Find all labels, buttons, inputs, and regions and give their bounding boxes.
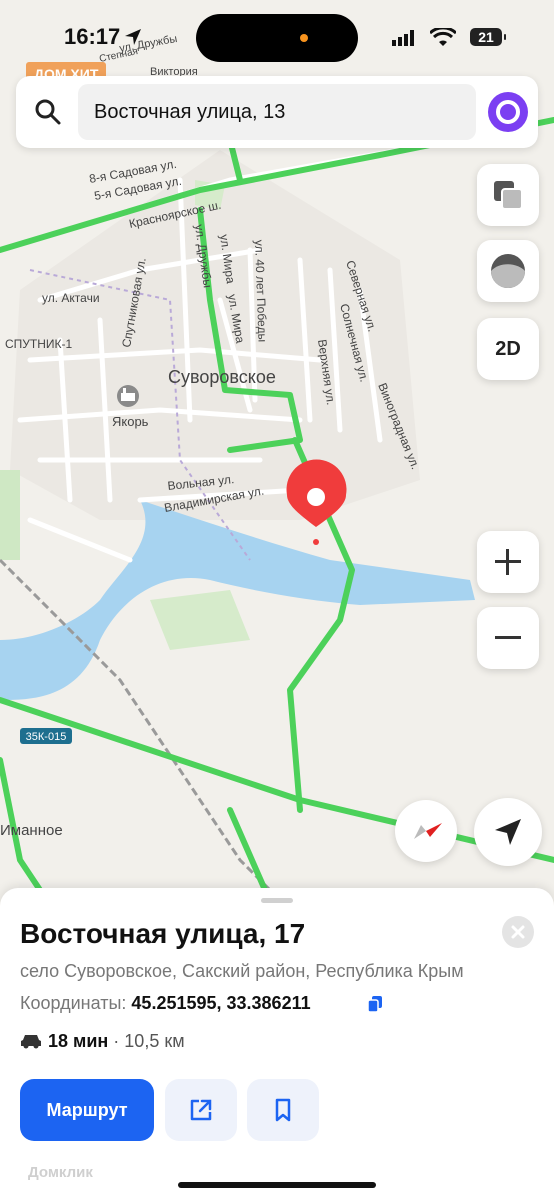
place-card: Восточная улица, 17 село Суворовское, Са… bbox=[0, 888, 554, 1200]
coordinates-label: Координаты: bbox=[20, 993, 127, 1013]
bookmark-button[interactable] bbox=[247, 1079, 319, 1141]
cellular-signal-icon bbox=[392, 30, 414, 46]
minus-icon bbox=[495, 636, 521, 639]
village-label: Суворовское bbox=[168, 367, 276, 387]
location-arrow-icon bbox=[125, 29, 141, 45]
factory-icon[interactable] bbox=[117, 385, 139, 407]
coordinates-value[interactable]: 45.251595, 33.386211 bbox=[131, 993, 310, 1013]
road-code-label: 35К-015 bbox=[26, 731, 67, 743]
travel-distance: · 10,5 км bbox=[113, 1031, 185, 1051]
search-input[interactable]: Восточная улица, 13 bbox=[78, 84, 476, 140]
share-icon bbox=[190, 1099, 212, 1121]
sputnik-label: СПУТНИК-1 bbox=[5, 337, 73, 351]
domclick-logo: Домклик bbox=[28, 1164, 93, 1181]
car-icon bbox=[21, 1035, 41, 1049]
compass-button[interactable] bbox=[395, 800, 457, 862]
anchor-label: Якорь bbox=[112, 414, 149, 429]
traffic-button[interactable] bbox=[477, 240, 539, 302]
navigation-arrow-icon bbox=[495, 819, 521, 845]
search-icon[interactable] bbox=[32, 96, 64, 128]
bookmark-icon bbox=[275, 1098, 291, 1122]
dynamic-island bbox=[196, 14, 358, 62]
sheet-grabber[interactable] bbox=[261, 898, 293, 903]
home-indicator[interactable] bbox=[178, 1182, 376, 1188]
place-address: село Суворовское, Сакский район, Республ… bbox=[20, 961, 464, 981]
route-button[interactable]: Маршрут bbox=[20, 1079, 154, 1141]
share-button[interactable] bbox=[165, 1079, 237, 1141]
wifi-icon bbox=[430, 28, 456, 46]
view-mode-button[interactable]: 2D bbox=[477, 318, 539, 380]
search-bar: Восточная улица, 13 bbox=[16, 76, 538, 148]
limannoe-label: Иманное bbox=[0, 822, 63, 839]
layers-icon bbox=[494, 181, 523, 210]
close-icon bbox=[511, 925, 525, 939]
battery-indicator: 21 bbox=[470, 28, 506, 46]
plus-icon bbox=[495, 549, 521, 575]
copy-icon[interactable] bbox=[368, 996, 382, 1012]
compass-icon bbox=[414, 823, 442, 839]
zoom-in-button[interactable] bbox=[477, 531, 539, 593]
traffic-icon bbox=[491, 254, 525, 288]
travel-time: 18 мин bbox=[48, 1031, 109, 1051]
place-title: Восточная улица, 17 bbox=[20, 918, 306, 949]
assistant-icon bbox=[496, 100, 520, 124]
coordinates-row: Координаты: 45.251595, 33.386211 bbox=[20, 993, 311, 1014]
street-aktachi: ул. Актачи bbox=[42, 291, 100, 305]
close-button[interactable] bbox=[502, 916, 534, 948]
status-time: 16:17 bbox=[64, 24, 121, 49]
travel-info: 18 мин · 10,5 км bbox=[20, 1031, 185, 1052]
view-mode-label: 2D bbox=[495, 337, 521, 360]
layers-button[interactable] bbox=[477, 164, 539, 226]
voice-assistant-button[interactable] bbox=[488, 92, 528, 132]
my-location-button[interactable] bbox=[474, 798, 542, 866]
zoom-out-button[interactable] bbox=[477, 607, 539, 669]
